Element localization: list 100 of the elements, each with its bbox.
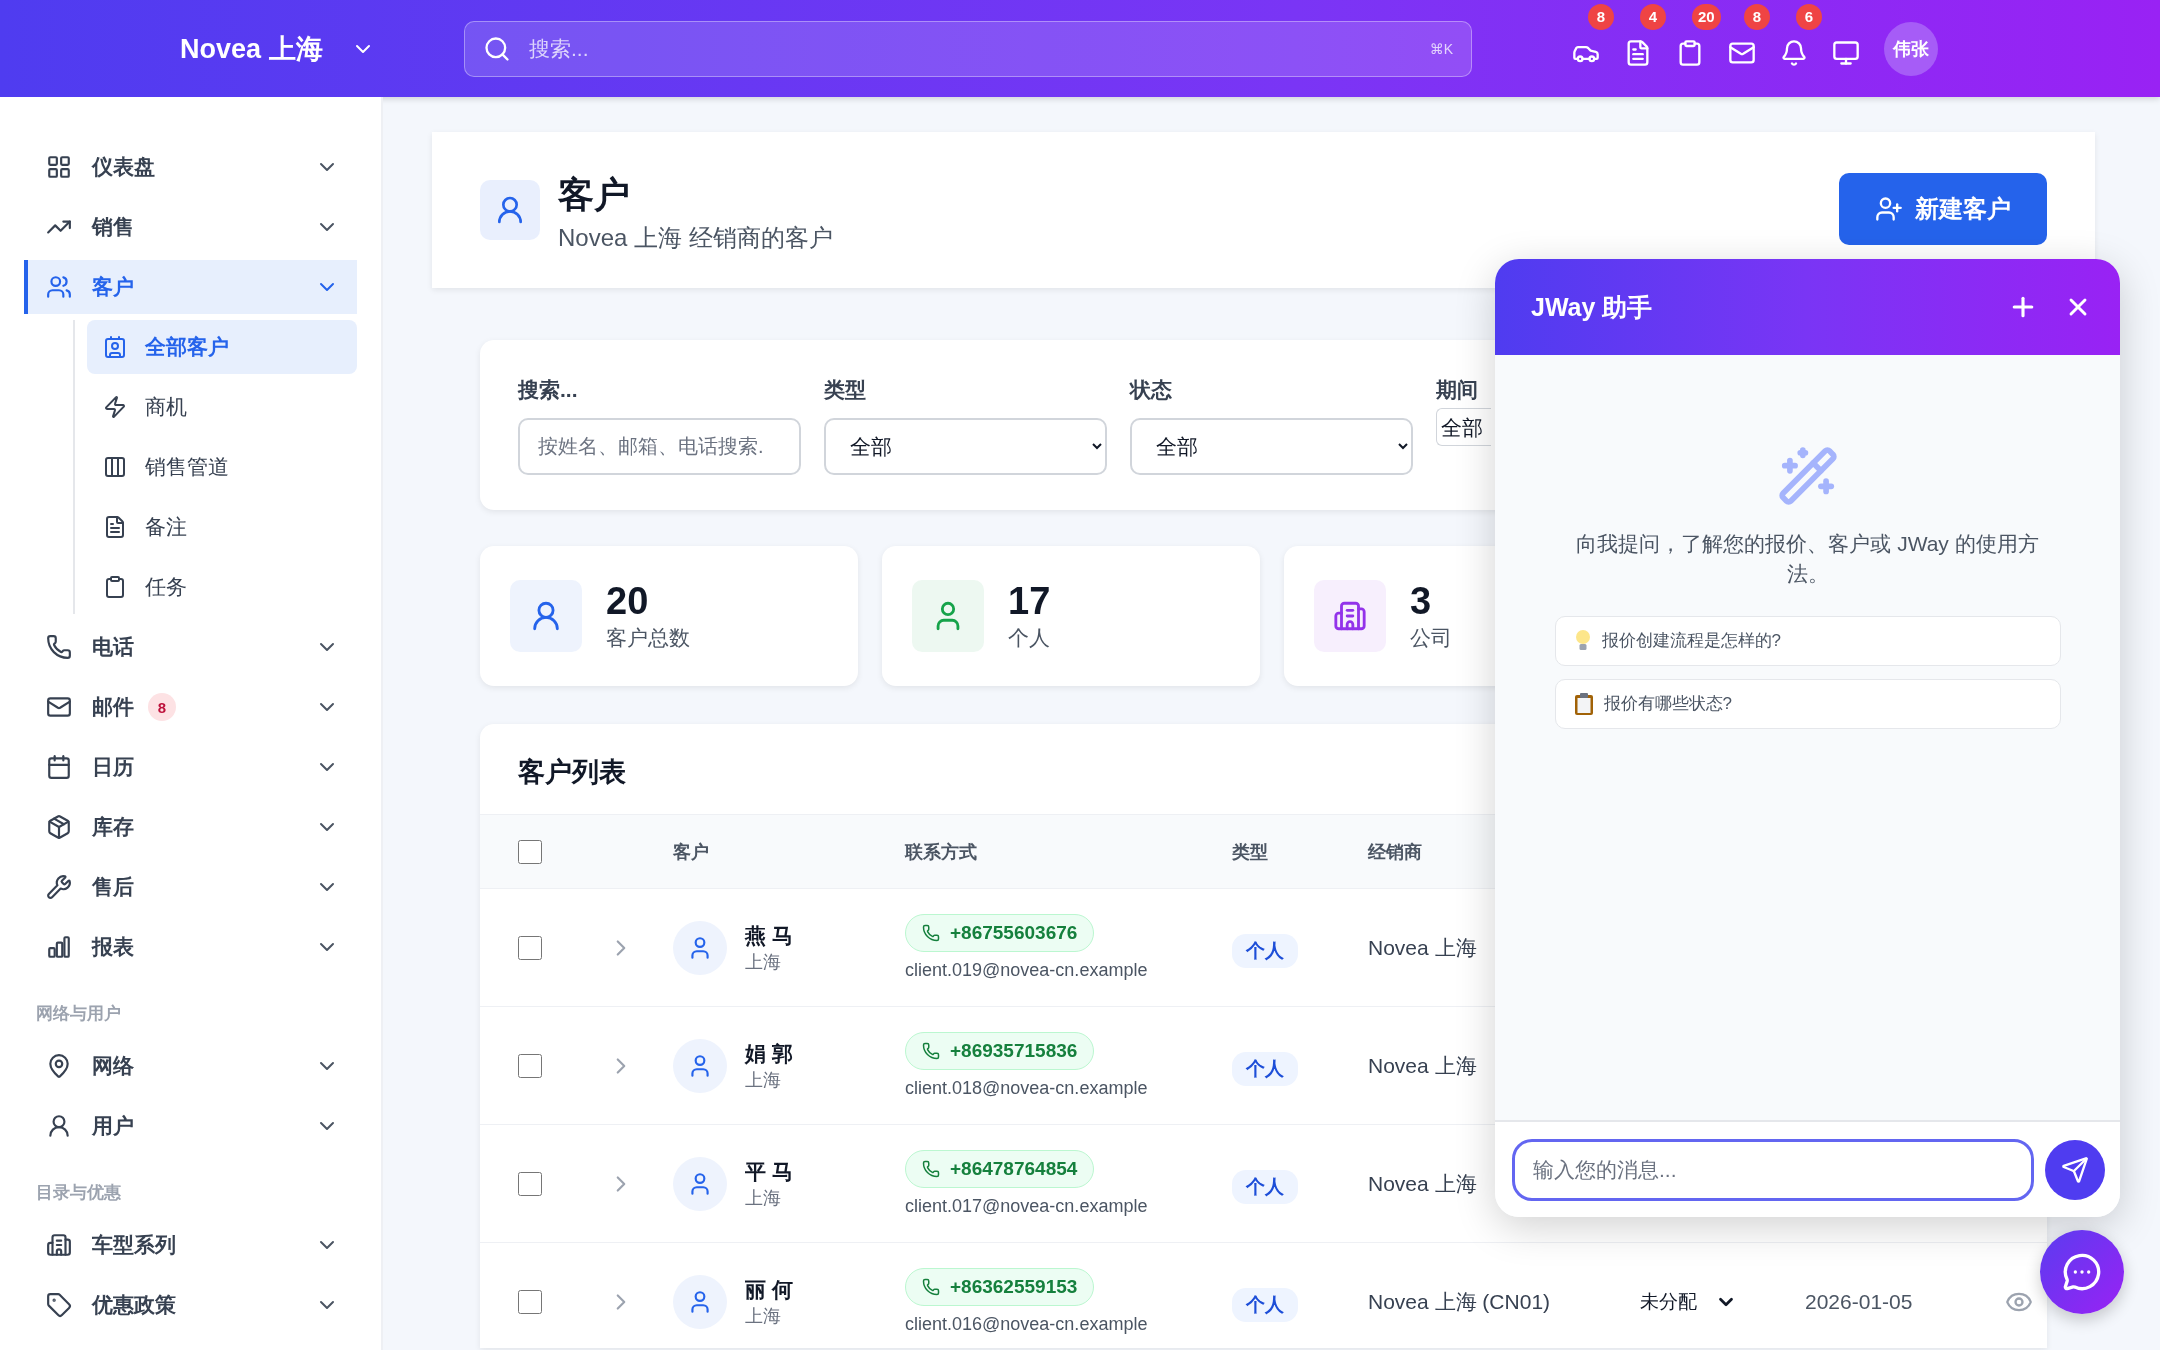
mail-icon [46,694,72,720]
sidebar-label: 车型系列 [92,1232,176,1258]
count-badge: 6 [1796,3,1822,30]
customer-city: 上海 [745,1068,782,1092]
sidebar-subitem[interactable]: 销售管道 [87,440,357,494]
count-badge: 8 [1744,3,1770,30]
lightning-icon [103,395,127,419]
search-input[interactable]: 按姓名、邮箱、电话搜索. [518,418,801,475]
sidebar-label: 电话 [92,634,134,660]
grid-icon [46,154,72,180]
count-badge: 20 [1692,3,1721,30]
chat-button[interactable] [2040,1230,2124,1314]
search-input[interactable]: 搜索... [527,35,1414,62]
phone-link[interactable]: +86478764854 [905,1150,1095,1188]
column-header: 经销商 [1368,840,1423,864]
customer-name: 娟 郭 [745,1040,793,1067]
table-title: 客户列表 [518,756,626,789]
customer-name: 平 马 [745,1158,793,1185]
sidebar-subitem[interactable]: 备注 [87,500,357,554]
sidebar-item[interactable]: 邮件 8 [24,680,357,734]
shortcut-hint: ⌘K [1429,40,1453,57]
row-checkbox[interactable] [518,1289,542,1314]
magic-wand-icon [1776,445,1839,507]
sidebar-item[interactable]: 销售 [24,200,357,254]
sidebar-item[interactable]: 电话 [24,620,357,674]
user-plus-icon [1875,195,1903,223]
dealer-name: Novea 上海 [1368,1170,1477,1197]
section-heading: 目录与优惠 [35,1182,122,1204]
sidebar-label: 日历 [92,754,134,780]
sidebar-label: 用户 [92,1113,134,1139]
filter-label: 期间 [1436,377,1478,403]
select-all-checkbox[interactable] [518,839,542,864]
filter-label: 类型 [824,377,866,403]
customer-city: 上海 [745,1304,782,1328]
phone-link[interactable]: +86755603676 [905,914,1095,952]
message-input[interactable]: 输入您的消息... [1512,1138,2034,1201]
sidebar-item[interactable]: 用户 [24,1099,357,1153]
row-checkbox[interactable] [518,1053,542,1078]
sidebar-label: 仪表盘 [92,154,155,180]
new-customer-button[interactable]: 新建客户 [1839,173,2047,245]
phone-icon [922,1042,940,1060]
sidebar-subitem[interactable]: 全部客户 [87,320,357,374]
phone-icon [46,634,72,660]
sidebar-subitem[interactable]: 商机 [87,380,357,434]
sidebar-item[interactable]: 日历 [24,740,357,794]
sidebar-item[interactable]: 报表 [24,920,357,974]
document-icon [103,515,127,539]
sidebar-item[interactable]: 车型系列 [24,1218,357,1272]
user-icon [46,1113,72,1139]
sidebar-label: 销售 [92,214,134,240]
customer-email: client.018@novea-cn.example [905,1078,1148,1099]
sidebar-subitem[interactable]: 任务 [87,560,357,614]
sidebar-item[interactable]: 客户 [24,260,357,314]
tag-icon [46,1292,72,1318]
brand-name[interactable]: Novea 上海 [180,30,323,67]
bell-icon [1780,38,1808,67]
tools-icon [46,874,72,900]
monitor-button[interactable] [1832,38,1860,67]
sidebar-item[interactable]: 库存 [24,800,357,854]
filter-select[interactable]: 全部 [824,418,1107,475]
clipboard-icon [103,575,127,599]
phone-icon [922,1160,940,1178]
stat-label: 客户总数 [606,624,690,651]
type-tag: 个人 [1232,1051,1298,1086]
row-checkbox[interactable] [518,1171,542,1196]
filter-label: 状态 [1130,377,1172,403]
row-checkbox[interactable] [518,935,542,960]
phone-link[interactable]: +86935715836 [905,1032,1095,1070]
filter-select[interactable]: 全部 [1130,418,1413,475]
columns-icon [103,455,127,479]
suggestion-button[interactable]: 报价有哪些状态? [1554,678,2061,729]
phone-link[interactable]: +86362559153 [905,1268,1095,1306]
lightbulb-icon [1573,628,1592,653]
customer-email: client.017@novea-cn.example [905,1196,1148,1217]
bell-button[interactable] [1780,38,1808,67]
assignee-select[interactable]: 未分配 [1640,1288,1737,1315]
search-icon [483,34,511,63]
phone-icon [922,1278,940,1296]
type-tag: 个人 [1232,933,1298,968]
clipboard-icon [1573,691,1594,716]
phone-icon [922,924,940,942]
page-title: 客户 [558,173,631,217]
column-header: 类型 [1232,840,1269,864]
sidebar-item[interactable]: 网络 [24,1039,357,1093]
user-avatar[interactable]: 伟张 [1884,21,1938,76]
stat-label: 公司 [1410,624,1452,651]
sidebar-label: 邮件 [92,694,134,720]
sidebar-item[interactable]: 售后 [24,860,357,914]
suggestion-button[interactable]: 报价创建流程是怎样的? [1554,615,2061,666]
type-tag: 个人 [1232,1287,1298,1322]
sidebar-item[interactable]: 优惠政策 [24,1278,357,1332]
filter-select[interactable]: 全部 [1436,408,1491,446]
box-icon [46,814,72,840]
monitor-icon [1832,38,1860,67]
sidebar-item[interactable]: 仪表盘 [24,140,357,194]
customer-city: 上海 [745,1186,782,1210]
stat-label: 个人 [1008,624,1051,651]
customer-email: client.019@novea-cn.example [905,960,1148,981]
sidebar-label: 网络 [92,1053,134,1079]
count-badge: 8 [148,693,176,721]
